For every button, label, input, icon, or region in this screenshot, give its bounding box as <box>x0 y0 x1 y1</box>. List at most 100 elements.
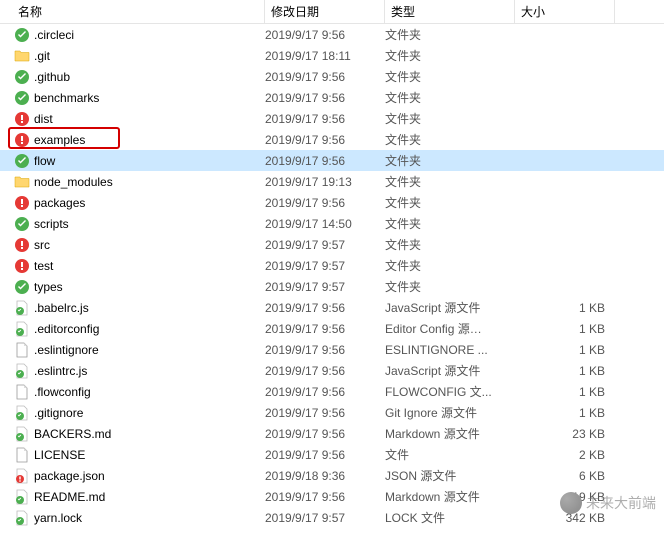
file-name: benchmarks <box>34 91 99 105</box>
file-row[interactable]: .eslintignore2019/9/17 9:56ESLINTIGNORE … <box>0 339 664 360</box>
redfile-icon <box>14 468 30 484</box>
file-name: .git <box>34 49 50 63</box>
file-row[interactable]: BACKERS.md 2019/9/17 9:56Markdown 源文件23 K… <box>0 423 664 444</box>
red-icon <box>14 132 30 148</box>
file-name: .gitignore <box>34 406 83 420</box>
file-date: 2019/9/17 9:56 <box>265 70 385 84</box>
file-row[interactable]: .babelrc.js2019/9/17 9:56JavaScript 源文件1… <box>0 297 664 318</box>
file-row[interactable]: src 2019/9/17 9:57文件夹 <box>0 234 664 255</box>
file-date: 2019/9/17 9:57 <box>265 238 385 252</box>
file-row[interactable]: examples 2019/9/17 9:56文件夹 <box>0 129 664 150</box>
file-type: 文件夹 <box>385 89 515 106</box>
file-date: 2019/9/17 9:56 <box>265 28 385 42</box>
column-header-type[interactable]: 类型 <box>385 0 515 23</box>
file-name-cell: .git <box>0 48 265 64</box>
file-size: 1 KB <box>515 406 615 420</box>
column-header-name[interactable]: 名称 <box>0 0 265 23</box>
file-name-cell: LICENSE <box>0 447 265 463</box>
file-type: 文件夹 <box>385 110 515 127</box>
file-name: .editorconfig <box>34 322 99 336</box>
file-row[interactable]: packages2019/9/17 9:56文件夹 <box>0 192 664 213</box>
file-name: src <box>34 238 50 252</box>
file-date: 2019/9/17 18:11 <box>265 49 385 63</box>
file-row[interactable]: yarn.lock2019/9/17 9:57LOCK 文件342 KB <box>0 507 664 528</box>
file-row[interactable]: .flowconfig2019/9/17 9:56FLOWCONFIG 文...… <box>0 381 664 402</box>
file-name: test <box>34 259 53 273</box>
file-size: 23 KB <box>515 427 615 441</box>
file-name-cell: .eslintignore <box>0 342 265 358</box>
file-name: LICENSE <box>34 448 85 462</box>
file-row[interactable]: package.json2019/9/18 9:36JSON 源文件6 KB <box>0 465 664 486</box>
file-row[interactable]: test2019/9/17 9:57文件夹 <box>0 255 664 276</box>
file-row[interactable]: .editorconfig2019/9/17 9:56Editor Config… <box>0 318 664 339</box>
file-name-cell: .circleci <box>0 27 265 43</box>
file-size: 19 KB <box>515 490 615 504</box>
file-type: FLOWCONFIG 文... <box>385 383 515 400</box>
file-date: 2019/9/17 9:56 <box>265 133 385 147</box>
file-name: packages <box>34 196 85 210</box>
file-row[interactable]: types2019/9/17 9:57文件夹 <box>0 276 664 297</box>
file-name-cell: scripts <box>0 216 265 232</box>
file-icon <box>14 447 30 463</box>
file-date: 2019/9/17 9:56 <box>265 427 385 441</box>
file-icon <box>14 342 30 358</box>
file-name-cell: dist <box>0 111 265 127</box>
file-name: examples <box>34 133 85 147</box>
file-date: 2019/9/17 9:56 <box>265 385 385 399</box>
file-list: .circleci2019/9/17 9:56文件夹.git2019/9/17 … <box>0 24 664 528</box>
file-row[interactable]: dist2019/9/17 9:56文件夹 <box>0 108 664 129</box>
file-row[interactable]: scripts2019/9/17 14:50文件夹 <box>0 213 664 234</box>
folder-icon <box>14 174 30 190</box>
file-date: 2019/9/17 9:56 <box>265 364 385 378</box>
greenfile-icon <box>14 510 30 526</box>
file-type: 文件夹 <box>385 131 515 148</box>
file-type: Git Ignore 源文件 <box>385 404 515 421</box>
column-header-date[interactable]: 修改日期 <box>265 0 385 23</box>
file-name-cell: .flowconfig <box>0 384 265 400</box>
file-name-cell: .eslintrc.js <box>0 363 265 379</box>
file-date: 2019/9/17 19:13 <box>265 175 385 189</box>
file-row[interactable]: LICENSE2019/9/17 9:56文件2 KB <box>0 444 664 465</box>
file-name: node_modules <box>34 175 113 189</box>
red-icon <box>14 258 30 274</box>
file-name-cell: .babelrc.js <box>0 300 265 316</box>
file-type: 文件夹 <box>385 47 515 64</box>
file-name-cell: test <box>0 258 265 274</box>
file-type: 文件夹 <box>385 236 515 253</box>
file-name: BACKERS.md <box>34 427 111 441</box>
file-row[interactable]: .gitignore 2019/9/17 9:56Git Ignore 源文件1 … <box>0 402 664 423</box>
file-name-cell: yarn.lock <box>0 510 265 526</box>
file-name-cell: benchmarks <box>0 90 265 106</box>
file-row[interactable]: flow2019/9/17 9:56文件夹 <box>0 150 664 171</box>
file-name: package.json <box>34 469 105 483</box>
file-type: JavaScript 源文件 <box>385 362 515 379</box>
file-size: 1 KB <box>515 301 615 315</box>
file-size: 2 KB <box>515 448 615 462</box>
file-type: Markdown 源文件 <box>385 425 515 442</box>
file-row[interactable]: benchmarks2019/9/17 9:56文件夹 <box>0 87 664 108</box>
file-type: ESLINTIGNORE ... <box>385 343 515 357</box>
file-size: 1 KB <box>515 343 615 357</box>
file-type: 文件夹 <box>385 194 515 211</box>
file-name: README.md <box>34 490 105 504</box>
file-name-cell: flow <box>0 153 265 169</box>
file-date: 2019/9/17 9:56 <box>265 322 385 336</box>
file-row[interactable]: .github2019/9/17 9:56文件夹 <box>0 66 664 87</box>
greenfile-icon <box>14 300 30 316</box>
column-header-size[interactable]: 大小 <box>515 0 615 23</box>
file-type: Markdown 源文件 <box>385 488 515 505</box>
file-row[interactable]: node_modules 2019/9/17 19:13文件夹 <box>0 171 664 192</box>
red-icon <box>14 237 30 253</box>
file-type: 文件夹 <box>385 257 515 274</box>
file-name: yarn.lock <box>34 511 82 525</box>
file-row[interactable]: .circleci2019/9/17 9:56文件夹 <box>0 24 664 45</box>
file-type: 文件夹 <box>385 173 515 190</box>
file-date: 2019/9/17 9:56 <box>265 112 385 126</box>
file-type: LOCK 文件 <box>385 509 515 526</box>
file-date: 2019/9/17 9:56 <box>265 406 385 420</box>
file-name-cell: .gitignore <box>0 405 265 421</box>
file-row[interactable]: .eslintrc.js2019/9/17 9:56JavaScript 源文件… <box>0 360 664 381</box>
file-name-cell: src <box>0 237 265 253</box>
file-row[interactable]: README.md2019/9/17 9:56Markdown 源文件19 KB <box>0 486 664 507</box>
file-row[interactable]: .git 2019/9/17 18:11文件夹 <box>0 45 664 66</box>
